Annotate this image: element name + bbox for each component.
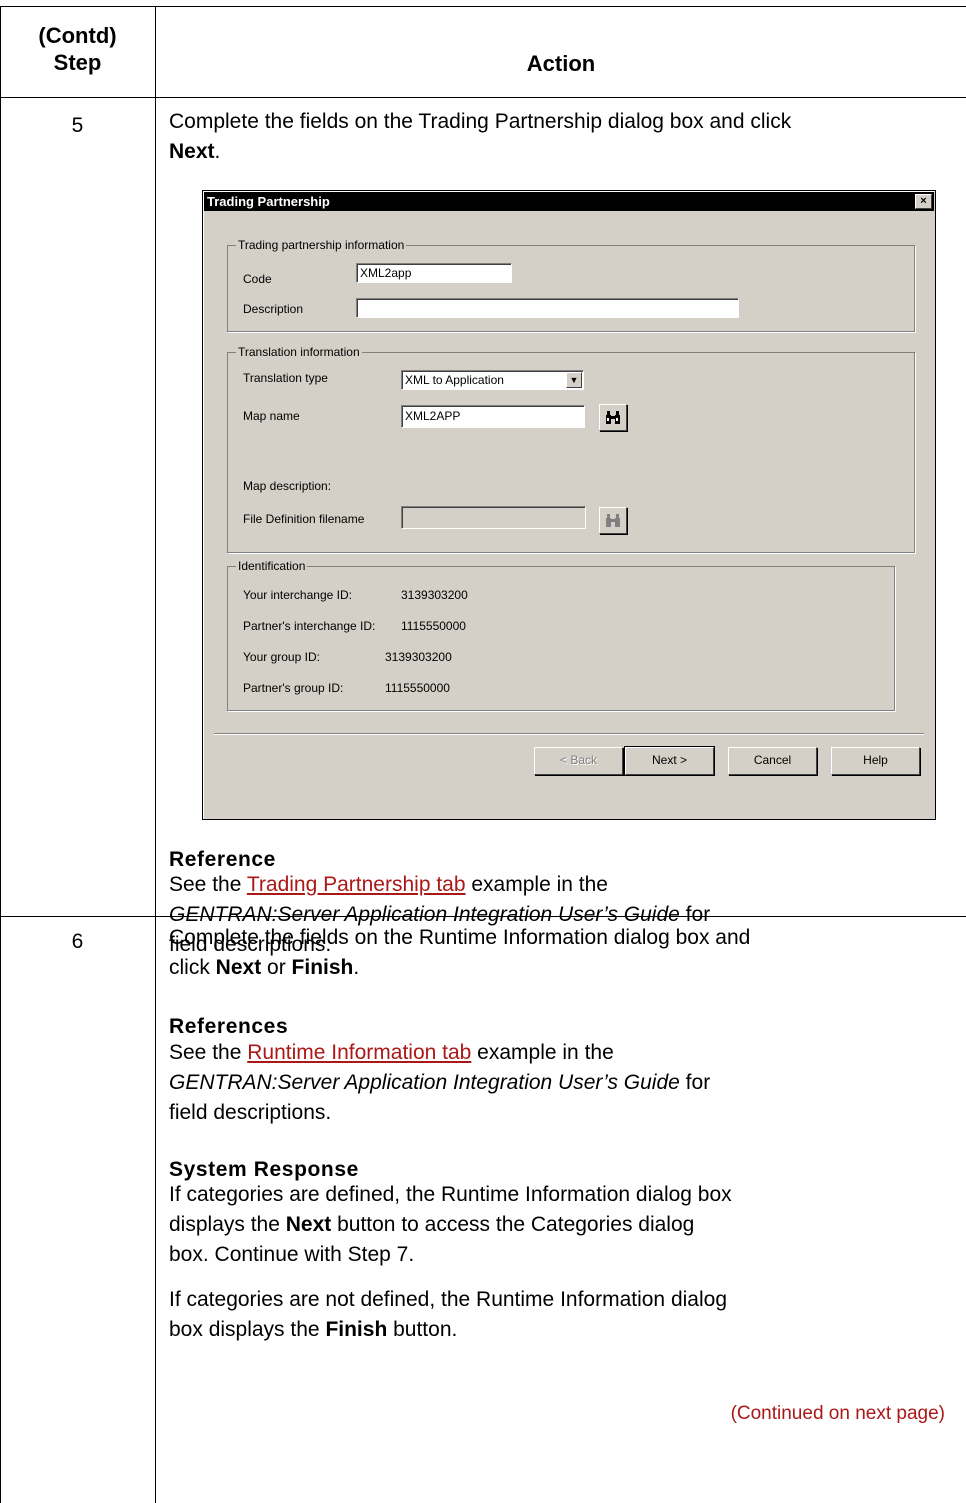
your-group-label: Your group ID: [243, 650, 320, 664]
group-title: Translation information [236, 345, 362, 359]
ref-suffix: for [679, 1071, 711, 1094]
ref-prefix: See the [169, 1041, 248, 1064]
header-step: (Contd) Step [0, 22, 155, 76]
step5-period: . [214, 140, 221, 163]
ref-mid: example in the [465, 873, 608, 896]
file-definition-input[interactable] [401, 506, 586, 529]
code-input[interactable]: XML2app [356, 263, 512, 283]
description-input[interactable] [356, 298, 739, 318]
your-interchange-label: Your interchange ID: [243, 588, 352, 602]
header-action: Action [526, 51, 596, 76]
trading-partnership-tab-link[interactable]: Trading Partnership tab [247, 873, 466, 896]
sr2-finish-bold: Finish [325, 1318, 388, 1341]
help-button[interactable]: Help [831, 747, 920, 775]
trading-partnership-dialog: Trading Partnership × Trading partnershi… [202, 190, 936, 820]
sr2-line1: If categories are not defined, the Runti… [169, 1288, 727, 1311]
partner-interchange-value: 1115550000 [401, 619, 466, 633]
table-top-border [0, 6, 966, 7]
sr-line3: box. Continue with Step 7. [169, 1243, 415, 1266]
cancel-button[interactable]: Cancel [728, 747, 817, 775]
sr2-line2-prefix: box displays the [169, 1318, 326, 1341]
system-response-text-2: If categories are not defined, the Runti… [169, 1285, 959, 1345]
map-name-label: Map name [243, 409, 300, 423]
ref-line3: field descriptions. [169, 1101, 332, 1124]
group-trading-partnership-info: Trading partnership information [227, 238, 915, 332]
group-title: Identification [236, 559, 308, 573]
reference-heading: Reference [169, 848, 276, 871]
table-header-divider [0, 97, 966, 98]
translation-type-label: Translation type [243, 371, 328, 385]
your-interchange-value: 3139303200 [401, 588, 468, 602]
translation-type-select[interactable]: XML to Application ▼ [401, 370, 584, 390]
binoculars-icon [606, 411, 620, 424]
table-left-border [0, 6, 1, 1503]
sr-line1: If categories are defined, the Runtime I… [169, 1183, 732, 1206]
step5-instruction: Complete the fields on the Trading Partn… [169, 107, 959, 167]
references-heading: References [169, 1015, 289, 1038]
partner-group-value: 1115550000 [385, 681, 450, 695]
column-divider [155, 6, 156, 1503]
step6-reference-text: See the Runtime Information tab example … [169, 1038, 959, 1128]
map-name-input[interactable]: XML2APP [401, 405, 585, 428]
header-step-line1: (Contd) [38, 23, 117, 48]
system-response-heading: System Response [169, 1158, 359, 1181]
ref-mid: example in the [471, 1041, 614, 1064]
file-definition-label: File Definition filename [243, 512, 365, 526]
header-step-line2: Step [53, 50, 102, 75]
dialog-titlebar: Trading Partnership × [204, 192, 934, 211]
step6-next-bold: Next [215, 956, 262, 979]
dialog-title: Trading Partnership [207, 194, 330, 209]
runtime-information-tab-link[interactable]: Runtime Information tab [247, 1041, 471, 1064]
next-button[interactable]: Next > [624, 746, 715, 776]
step6-or: or [261, 956, 292, 979]
step6-line1: Complete the fields on the Runtime Infor… [169, 926, 751, 949]
partner-group-label: Partner's group ID: [243, 681, 344, 695]
group-title: Trading partnership information [236, 238, 407, 252]
partner-interchange-label: Partner's interchange ID: [243, 619, 376, 633]
step5-text: Complete the fields on the Trading Partn… [169, 110, 792, 133]
description-label: Description [243, 302, 304, 316]
back-button[interactable]: < Back [534, 747, 623, 775]
step5-next-bold: Next [169, 140, 215, 163]
button-separator [214, 733, 924, 734]
your-group-value: 3139303200 [385, 650, 452, 664]
system-response-text: If categories are defined, the Runtime I… [169, 1180, 959, 1270]
step-number-6: 6 [71, 930, 84, 953]
step6-finish-bold: Finish [291, 956, 354, 979]
code-label: Code [243, 272, 272, 286]
map-description-label: Map description: [243, 479, 332, 493]
step6-instruction: Complete the fields on the Runtime Infor… [169, 923, 959, 983]
close-icon[interactable]: × [915, 194, 932, 209]
sr-line2-prefix: displays the [169, 1213, 286, 1236]
chevron-down-icon[interactable]: ▼ [566, 372, 582, 388]
sr-next-bold: Next [285, 1213, 332, 1236]
binoculars-icon [606, 514, 620, 527]
map-name-browse-button[interactable] [599, 404, 627, 431]
file-definition-browse-button[interactable] [599, 507, 627, 534]
step-number-5: 5 [71, 114, 84, 137]
step6-line2-prefix: click [169, 956, 216, 979]
sr-line2-suffix: button to access the Categories dialog [331, 1213, 695, 1236]
translation-type-value: XML to Application [405, 373, 504, 387]
guide-title: GENTRAN:Server Application Integration U… [169, 1071, 680, 1094]
continued-note: (Continued on next page) [730, 1403, 945, 1424]
ref-prefix: See the [169, 873, 247, 896]
step6-period: . [353, 956, 360, 979]
sr2-line2-suffix: button. [387, 1318, 458, 1341]
